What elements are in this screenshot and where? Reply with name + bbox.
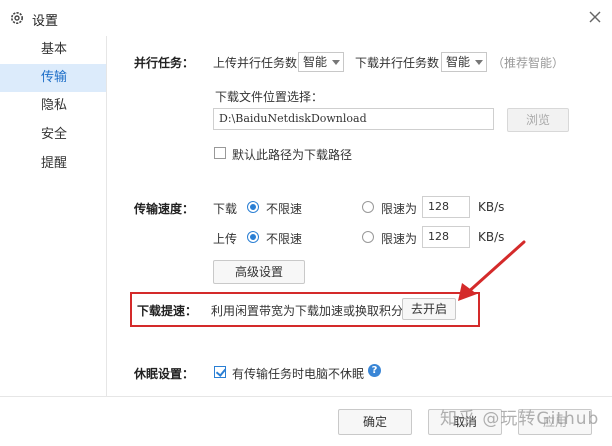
upload-limit-radio[interactable] — [362, 231, 374, 243]
sidebar-item-reminder[interactable]: 提醒 — [0, 150, 106, 178]
sidebar-item-basic[interactable]: 基本 — [0, 36, 106, 64]
window-title: 设置 — [32, 14, 59, 29]
download-limit-label: 限速为 — [381, 202, 418, 216]
upload-unlimited-label: 不限速 — [266, 232, 303, 246]
watermark: 知乎 @玩转Github — [440, 409, 600, 429]
upload-parallel-label: 上传并行任务数 — [213, 56, 298, 70]
default-path-checkbox-label: 默认此路径为下载路径 — [232, 148, 353, 162]
upload-unlimited-radio[interactable] — [247, 231, 259, 243]
download-parallel-value: 智能 — [446, 55, 471, 69]
close-icon[interactable] — [584, 6, 606, 28]
upload-parallel-value: 智能 — [303, 55, 328, 69]
download-parallel-label: 下载并行任务数 — [355, 56, 440, 70]
transfer-speed-label: 传输速度： — [134, 202, 195, 216]
browse-button[interactable]: 浏览 — [507, 108, 569, 132]
download-path-label: 下载文件位置选择： — [215, 90, 324, 104]
sidebar: 基本 传输 隐私 安全 提醒 — [0, 36, 107, 446]
download-parallel-select[interactable]: 智能 — [441, 52, 487, 72]
ok-button[interactable]: 确定 — [338, 409, 412, 435]
download-unlimited-radio[interactable] — [247, 201, 259, 213]
sleep-setting-label: 休眠设置： — [134, 367, 195, 381]
download-unit-label: KB/s — [478, 200, 505, 214]
download-limit-radio[interactable] — [362, 201, 374, 213]
download-speed-label: 下载 — [213, 202, 238, 216]
parallel-tasks-label: 并行任务： — [134, 56, 195, 70]
upload-limit-label: 限速为 — [381, 232, 418, 246]
upload-parallel-select[interactable]: 智能 — [298, 52, 344, 72]
download-boost-text: 利用闲置带宽为下载加速或换取积分 — [211, 304, 404, 318]
chevron-down-icon — [332, 60, 340, 65]
no-sleep-checkbox-label: 有传输任务时电脑不休眠 — [232, 367, 365, 381]
download-limit-input[interactable]: 128 — [422, 196, 470, 218]
recommend-hint: （推荐智能） — [492, 56, 565, 70]
gear-icon — [11, 12, 23, 24]
download-path-input[interactable]: D:\BaiduNetdiskDownload — [213, 108, 494, 130]
sidebar-item-security[interactable]: 安全 — [0, 121, 106, 149]
help-icon[interactable]: ? — [368, 364, 381, 377]
upload-speed-label: 上传 — [213, 232, 238, 246]
chevron-down-icon — [475, 60, 483, 65]
no-sleep-checkbox[interactable] — [214, 366, 226, 378]
advanced-settings-button[interactable]: 高级设置 — [213, 260, 305, 284]
sidebar-item-privacy[interactable]: 隐私 — [0, 92, 106, 120]
download-boost-label: 下载提速： — [137, 304, 198, 318]
annotation-arrow-icon — [458, 240, 526, 301]
download-unlimited-label: 不限速 — [266, 202, 303, 216]
default-path-checkbox[interactable] — [214, 147, 226, 159]
title-bar: 设置 — [0, 0, 612, 36]
sidebar-item-transfer[interactable]: 传输 — [0, 64, 106, 92]
